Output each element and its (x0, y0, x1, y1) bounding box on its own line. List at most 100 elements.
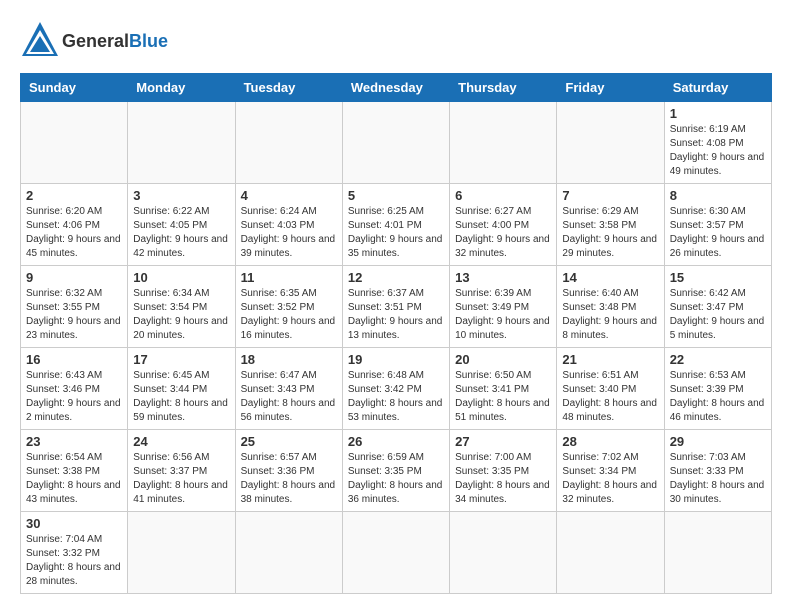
calendar-cell: 7 Sunrise: 6:29 AM Sunset: 3:58 PM Daylig… (557, 184, 664, 266)
calendar-cell: 17 Sunrise: 6:45 AM Sunset: 3:44 PM Dayli… (128, 348, 235, 430)
day-number: 27 (455, 434, 551, 449)
day-number: 9 (26, 270, 122, 285)
calendar-cell (21, 102, 128, 184)
day-number: 24 (133, 434, 229, 449)
calendar-cell: 8Sunrise: 6:30 AM Sunset: 3:57 PM Daylig… (664, 184, 771, 266)
calendar-cell: 11Sunrise: 6:35 AM Sunset: 3:52 PM Dayli… (235, 266, 342, 348)
day-info: Sunrise: 7:02 AM Sunset: 3:34 PM Dayligh… (562, 451, 658, 507)
page-header: GeneralBlue (20, 20, 772, 63)
calendar-header: SundayMondayTuesdayWednesdayThursdayFrid… (21, 74, 772, 102)
day-number: 25 (241, 434, 337, 449)
day-info: Sunrise: 6:51 AM Sunset: 3:40 PM Dayligh… (562, 369, 658, 425)
day-number: 15 (670, 270, 766, 285)
calendar-cell (557, 102, 664, 184)
calendar-cell: 23Sunrise: 6:54 AM Sunset: 3:38 PM Dayli… (21, 430, 128, 512)
day-info: Sunrise: 6:39 AM Sunset: 3:49 PM Dayligh… (455, 287, 551, 343)
day-info: Sunrise: 6:20 AM Sunset: 4:06 PM Dayligh… (26, 205, 122, 261)
calendar-cell: 29Sunrise: 7:03 AM Sunset: 3:33 PM Dayli… (664, 430, 771, 512)
day-info: Sunrise: 6:48 AM Sunset: 3:42 PM Dayligh… (348, 369, 444, 425)
logo-icon (20, 20, 60, 63)
calendar-cell: 1 Sunrise: 6:19 AM Sunset: 4:08 PM Daylig… (664, 102, 771, 184)
day-number: 11 (241, 270, 337, 285)
day-number: 1 (670, 106, 766, 121)
calendar-cell (235, 512, 342, 594)
day-info: Sunrise: 6:45 AM Sunset: 3:44 PM Dayligh… (133, 369, 229, 425)
logo-blue: Blue (129, 31, 168, 51)
weekday-tuesday: Tuesday (235, 74, 342, 102)
day-number: 18 (241, 352, 337, 367)
day-info: Sunrise: 6:27 AM Sunset: 4:00 PM Dayligh… (455, 205, 551, 261)
day-number: 22 (670, 352, 766, 367)
calendar-cell (450, 512, 557, 594)
calendar-cell: 24 Sunrise: 6:56 AM Sunset: 3:37 PM Dayli… (128, 430, 235, 512)
day-info: Sunrise: 7:04 AM Sunset: 3:32 PM Dayligh… (26, 533, 122, 589)
calendar-cell (450, 102, 557, 184)
day-info: Sunrise: 6:53 AM Sunset: 3:39 PM Dayligh… (670, 369, 766, 425)
calendar-week-6: 30Sunrise: 7:04 AM Sunset: 3:32 PM Dayli… (21, 512, 772, 594)
weekday-header-row: SundayMondayTuesdayWednesdayThursdayFrid… (21, 74, 772, 102)
calendar-cell: 14Sunrise: 6:40 AM Sunset: 3:48 PM Dayli… (557, 266, 664, 348)
day-number: 29 (670, 434, 766, 449)
logo: GeneralBlue (20, 20, 168, 63)
calendar-cell: 21 Sunrise: 6:51 AM Sunset: 3:40 PM Dayli… (557, 348, 664, 430)
calendar-body: 1 Sunrise: 6:19 AM Sunset: 4:08 PM Daylig… (21, 102, 772, 594)
calendar-cell: 26 Sunrise: 6:59 AM Sunset: 3:35 PM Dayli… (342, 430, 449, 512)
calendar-cell: 5 Sunrise: 6:25 AM Sunset: 4:01 PM Daylig… (342, 184, 449, 266)
calendar-week-3: 9Sunrise: 6:32 AM Sunset: 3:55 PM Daylig… (21, 266, 772, 348)
calendar-cell: 27 Sunrise: 7:00 AM Sunset: 3:35 PM Dayli… (450, 430, 557, 512)
calendar-week-2: 2 Sunrise: 6:20 AM Sunset: 4:06 PM Daylig… (21, 184, 772, 266)
calendar-cell: 4 Sunrise: 6:24 AM Sunset: 4:03 PM Daylig… (235, 184, 342, 266)
calendar-cell: 2 Sunrise: 6:20 AM Sunset: 4:06 PM Daylig… (21, 184, 128, 266)
day-number: 3 (133, 188, 229, 203)
day-number: 7 (562, 188, 658, 203)
day-number: 4 (241, 188, 337, 203)
calendar-cell: 25 Sunrise: 6:57 AM Sunset: 3:36 PM Dayli… (235, 430, 342, 512)
weekday-monday: Monday (128, 74, 235, 102)
calendar-cell: 6Sunrise: 6:27 AM Sunset: 4:00 PM Daylig… (450, 184, 557, 266)
calendar-cell (557, 512, 664, 594)
calendar-cell: 10Sunrise: 6:34 AM Sunset: 3:54 PM Dayli… (128, 266, 235, 348)
day-number: 2 (26, 188, 122, 203)
day-number: 12 (348, 270, 444, 285)
calendar-week-4: 16Sunrise: 6:43 AM Sunset: 3:46 PM Dayli… (21, 348, 772, 430)
calendar-cell (128, 102, 235, 184)
day-info: Sunrise: 6:47 AM Sunset: 3:43 PM Dayligh… (241, 369, 337, 425)
day-number: 28 (562, 434, 658, 449)
weekday-thursday: Thursday (450, 74, 557, 102)
day-number: 5 (348, 188, 444, 203)
day-number: 8 (670, 188, 766, 203)
day-info: Sunrise: 6:29 AM Sunset: 3:58 PM Dayligh… (562, 205, 658, 261)
day-number: 17 (133, 352, 229, 367)
day-number: 16 (26, 352, 122, 367)
day-number: 26 (348, 434, 444, 449)
calendar-cell: 22 Sunrise: 6:53 AM Sunset: 3:39 PM Dayli… (664, 348, 771, 430)
day-info: Sunrise: 6:22 AM Sunset: 4:05 PM Dayligh… (133, 205, 229, 261)
day-info: Sunrise: 7:00 AM Sunset: 3:35 PM Dayligh… (455, 451, 551, 507)
day-info: Sunrise: 6:19 AM Sunset: 4:08 PM Dayligh… (670, 123, 766, 179)
logo-general: General (62, 31, 129, 51)
day-info: Sunrise: 6:57 AM Sunset: 3:36 PM Dayligh… (241, 451, 337, 507)
calendar-cell: 12 Sunrise: 6:37 AM Sunset: 3:51 PM Dayli… (342, 266, 449, 348)
day-info: Sunrise: 6:54 AM Sunset: 3:38 PM Dayligh… (26, 451, 122, 507)
weekday-wednesday: Wednesday (342, 74, 449, 102)
weekday-saturday: Saturday (664, 74, 771, 102)
day-number: 10 (133, 270, 229, 285)
day-info: Sunrise: 6:40 AM Sunset: 3:48 PM Dayligh… (562, 287, 658, 343)
calendar-cell: 28 Sunrise: 7:02 AM Sunset: 3:34 PM Dayli… (557, 430, 664, 512)
calendar-cell: 3 Sunrise: 6:22 AM Sunset: 4:05 PM Daylig… (128, 184, 235, 266)
calendar-week-5: 23Sunrise: 6:54 AM Sunset: 3:38 PM Dayli… (21, 430, 772, 512)
day-info: Sunrise: 6:50 AM Sunset: 3:41 PM Dayligh… (455, 369, 551, 425)
day-info: Sunrise: 6:24 AM Sunset: 4:03 PM Dayligh… (241, 205, 337, 261)
day-info: Sunrise: 6:42 AM Sunset: 3:47 PM Dayligh… (670, 287, 766, 343)
day-info: Sunrise: 6:25 AM Sunset: 4:01 PM Dayligh… (348, 205, 444, 261)
calendar-cell: 20Sunrise: 6:50 AM Sunset: 3:41 PM Dayli… (450, 348, 557, 430)
day-number: 21 (562, 352, 658, 367)
day-number: 19 (348, 352, 444, 367)
calendar-week-1: 1 Sunrise: 6:19 AM Sunset: 4:08 PM Daylig… (21, 102, 772, 184)
day-info: Sunrise: 6:59 AM Sunset: 3:35 PM Dayligh… (348, 451, 444, 507)
calendar-cell: 30Sunrise: 7:04 AM Sunset: 3:32 PM Dayli… (21, 512, 128, 594)
calendar-cell (128, 512, 235, 594)
day-info: Sunrise: 6:56 AM Sunset: 3:37 PM Dayligh… (133, 451, 229, 507)
calendar-cell (235, 102, 342, 184)
day-info: Sunrise: 6:37 AM Sunset: 3:51 PM Dayligh… (348, 287, 444, 343)
